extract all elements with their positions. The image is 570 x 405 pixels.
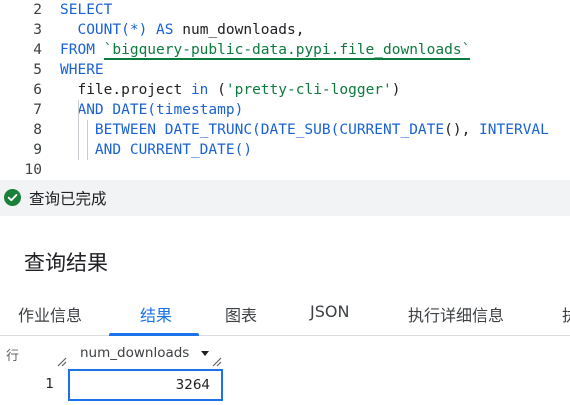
tab-execution-graph[interactable]: 执 <box>562 302 570 326</box>
code-token: (), <box>444 122 480 138</box>
line-number: 3 <box>33 22 42 38</box>
code-token: 'pretty-cli-logger' <box>225 82 392 98</box>
code-text: file.project in ('pretty-cli-logger') <box>60 80 401 100</box>
active-tab-indicator <box>109 333 199 336</box>
indent-guide <box>87 120 88 160</box>
line-number: 7 <box>33 102 42 118</box>
status-text: 查询已完成 <box>29 190 107 208</box>
code-line[interactable]: 8 BETWEEN DATE_TRUNC(DATE_SUB(CURRENT_DA… <box>0 120 570 140</box>
results-tabs: 作业信息 结果 图表 JSON 执行详细信息 执 <box>0 290 570 336</box>
code-line[interactable]: 3 COUNT(*) AS num_downloads, <box>0 20 570 40</box>
line-number: 10 <box>24 162 42 178</box>
code-line[interactable]: 10 <box>0 160 570 180</box>
code-text: AND DATE(timestamp) <box>60 100 243 120</box>
tab-results[interactable]: 结果 <box>140 302 172 326</box>
line-number: 9 <box>33 142 42 158</box>
code-token: file.project <box>60 82 191 98</box>
query-status-bar: 查询已完成 <box>0 180 570 216</box>
tab-chart[interactable]: 图表 <box>225 302 257 326</box>
code-text: FROM `bigquery-public-data.pypi.file_dow… <box>60 40 471 60</box>
sort-dropdown-icon[interactable] <box>201 351 209 356</box>
code-token: INTERVAL <box>479 122 549 138</box>
code-token: AND DATE(timestamp) <box>77 102 244 118</box>
table-header: 行 num_downloads <box>0 337 570 367</box>
column-resize-icon[interactable] <box>57 357 67 367</box>
row-column-header: 行 <box>6 349 20 364</box>
code-line[interactable]: 2 SELECT <box>0 0 570 20</box>
code-token: WHERE <box>60 62 104 78</box>
code-token: ) <box>391 82 401 98</box>
row-number: 1 <box>45 376 54 392</box>
tab-execution-details[interactable]: 执行详细信息 <box>408 302 504 326</box>
code-text: COUNT(*) AS num_downloads, <box>60 20 304 40</box>
code-line[interactable]: 6 file.project in ('pretty-cli-logger') <box>0 80 570 100</box>
code-token: num_downloads, <box>173 22 305 38</box>
sql-editor[interactable]: 2 SELECT 3 COUNT(*) AS num_downloads, 4 FROM… <box>0 0 570 180</box>
code-line[interactable]: 7 AND DATE(timestamp) <box>0 100 570 120</box>
code-token: COUNT(*) AS <box>77 22 174 38</box>
results-title: 查询结果 <box>24 251 108 275</box>
code-token: `bigquery-public-data.pypi.file_download… <box>103 42 471 60</box>
code-text: SELECT <box>60 0 112 20</box>
result-cell-num-downloads[interactable]: 3264 <box>68 369 223 401</box>
table-row: 1 3264 <box>0 368 570 402</box>
code-text: WHERE <box>60 60 104 80</box>
column-header-num-downloads[interactable]: num_downloads <box>80 345 189 361</box>
line-number: 2 <box>33 2 42 18</box>
indent-guide <box>78 100 79 160</box>
line-number: 8 <box>33 122 42 138</box>
line-number: 4 <box>33 42 42 58</box>
tab-job-info[interactable]: 作业信息 <box>18 302 82 326</box>
code-line[interactable]: 5 WHERE <box>0 60 570 80</box>
code-text: BETWEEN DATE_TRUNC(DATE_SUB(CURRENT_DATE… <box>60 120 549 140</box>
code-token: AND CURRENT_DATE <box>94 142 235 158</box>
code-token: SELECT <box>60 2 113 18</box>
code-token: FROM <box>60 42 95 58</box>
tab-json[interactable]: JSON <box>310 302 349 321</box>
code-token: () <box>234 142 253 158</box>
code-line[interactable]: 4 FROM `bigquery-public-data.pypi.file_do… <box>0 40 570 60</box>
column-resize-icon[interactable] <box>212 357 222 367</box>
code-token: in <box>190 82 209 98</box>
line-number: 6 <box>33 82 42 98</box>
code-line[interactable]: 9 AND CURRENT_DATE() <box>0 140 570 160</box>
code-token: BETWEEN DATE_TRUNC(DATE_SUB(CURRENT_DATE <box>94 122 445 138</box>
code-text: AND CURRENT_DATE() <box>60 140 252 160</box>
line-number: 5 <box>33 62 42 78</box>
check-circle-icon <box>4 189 21 206</box>
code-token: ( <box>208 82 226 98</box>
